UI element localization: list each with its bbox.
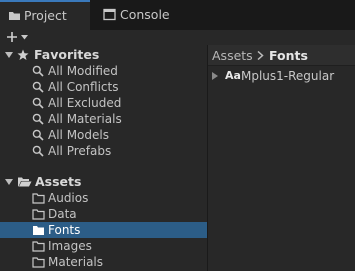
favorite-all-excluded[interactable]: All Excluded xyxy=(0,95,207,111)
favorite-all-conflicts[interactable]: All Conflicts xyxy=(0,79,207,95)
folder-images[interactable]: Images xyxy=(0,238,207,254)
folder-label: Data xyxy=(48,207,77,221)
favorite-label: All Materials xyxy=(48,112,122,126)
folder-icon xyxy=(32,209,45,220)
folder-label: Fonts xyxy=(48,223,81,237)
tab-console-label: Console xyxy=(120,7,170,22)
favorite-all-models[interactable]: All Models xyxy=(0,127,207,143)
search-icon xyxy=(32,129,44,141)
folder-icon xyxy=(32,257,45,268)
folder-audios[interactable]: Audios xyxy=(0,190,207,206)
star-icon xyxy=(17,49,29,60)
folder-icon xyxy=(33,226,44,235)
expand-arrow-icon[interactable] xyxy=(5,52,13,59)
create-button[interactable] xyxy=(4,30,32,45)
console-icon xyxy=(103,8,116,21)
expand-arrow-icon[interactable] xyxy=(5,179,13,186)
favorite-label: All Modified xyxy=(48,64,118,78)
folder-fonts[interactable]: Fonts xyxy=(0,222,207,238)
tab-project[interactable]: Project xyxy=(0,0,90,30)
file-mplus1-regular[interactable]: Aa Mplus1-Regular xyxy=(208,68,355,84)
font-asset-icon: Aa xyxy=(225,69,241,82)
folder-contents: Assets Fonts Aa Mplus1-Regular xyxy=(208,45,355,271)
favorites-label: Favorites xyxy=(34,47,100,62)
search-icon xyxy=(32,81,44,93)
assets-label: Assets xyxy=(35,174,82,189)
project-toolbar xyxy=(0,30,355,45)
tab-project-label: Project xyxy=(24,8,67,23)
chevron-right-icon xyxy=(257,51,264,60)
favorite-all-prefabs[interactable]: All Prefabs xyxy=(0,143,207,159)
favorite-label: All Models xyxy=(48,128,109,142)
breadcrumb: Assets Fonts xyxy=(208,45,355,66)
folder-materials[interactable]: Materials xyxy=(0,254,207,270)
open-folder-icon xyxy=(18,177,32,187)
caret-down-icon xyxy=(21,35,28,40)
folder-icon xyxy=(32,241,45,252)
favorite-label: All Conflicts xyxy=(48,80,119,94)
tab-console[interactable]: Console xyxy=(98,0,188,30)
favorite-all-materials[interactable]: All Materials xyxy=(0,111,207,127)
search-icon xyxy=(32,65,44,77)
favorite-all-modified[interactable]: All Modified xyxy=(0,63,207,79)
breadcrumb-assets[interactable]: Assets xyxy=(212,48,253,63)
favorite-label: All Excluded xyxy=(48,96,122,110)
favorite-label: All Prefabs xyxy=(48,144,112,158)
search-icon xyxy=(32,145,44,157)
file-label: Mplus1-Regular xyxy=(241,69,335,83)
search-icon xyxy=(32,113,44,125)
folder-icon xyxy=(9,12,20,20)
breadcrumb-fonts[interactable]: Fonts xyxy=(269,48,308,63)
plus-icon xyxy=(7,32,17,42)
folder-data[interactable]: Data xyxy=(0,206,207,222)
folder-label: Audios xyxy=(48,191,89,205)
folder-tree: Favorites All Modified All Conflicts All… xyxy=(0,45,207,271)
assets-section[interactable]: Assets xyxy=(0,174,207,190)
tab-bar: Project Console xyxy=(0,0,355,30)
folder-label: Materials xyxy=(48,255,104,269)
folder-icon xyxy=(32,193,45,204)
folder-label: Images xyxy=(48,239,92,253)
expand-arrow-right-icon[interactable] xyxy=(212,72,218,80)
favorites-section[interactable]: Favorites xyxy=(0,47,207,63)
search-icon xyxy=(32,97,44,109)
